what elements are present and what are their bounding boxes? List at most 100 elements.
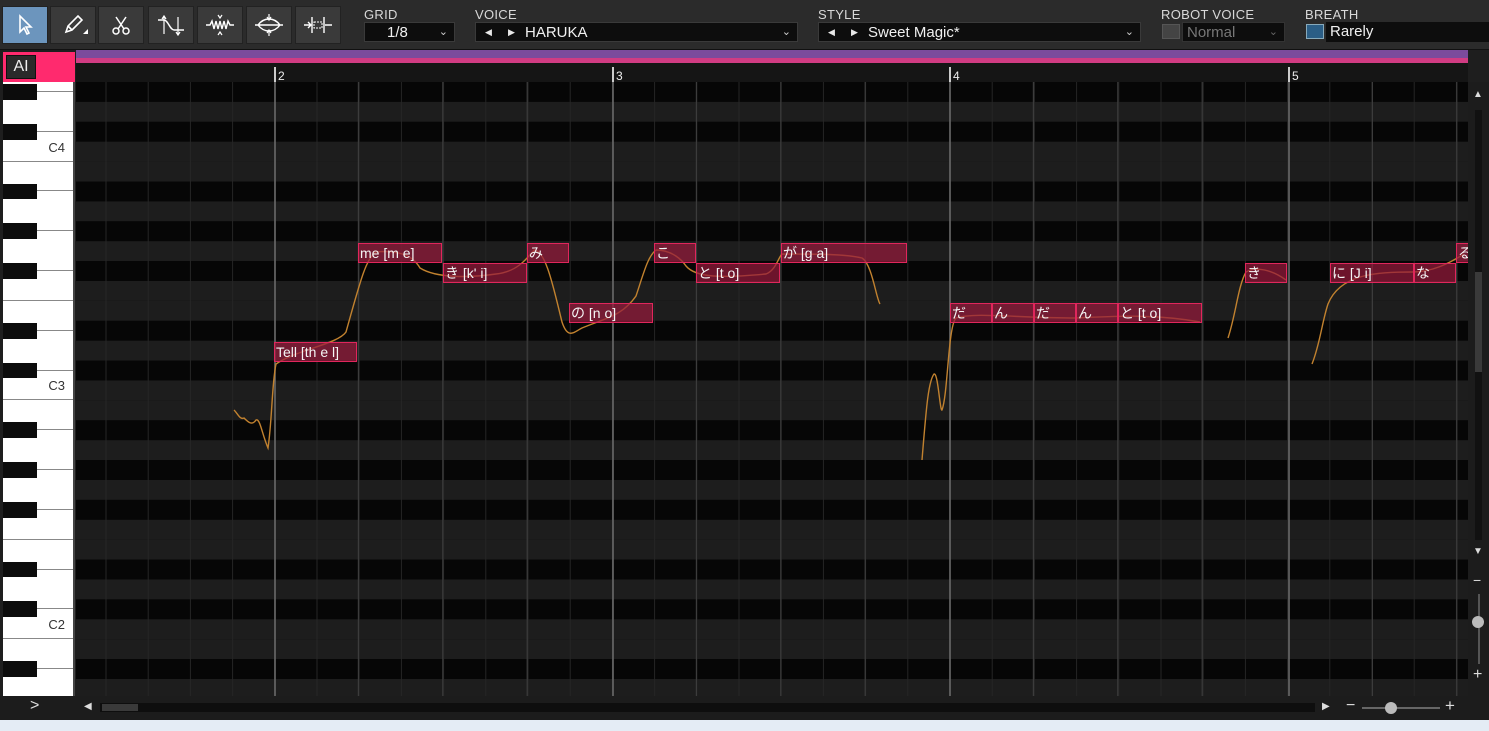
breath-label: BREATH bbox=[1305, 7, 1359, 22]
timeline-stripe-purple bbox=[76, 50, 1468, 58]
note-ni[interactable]: に [J i] bbox=[1330, 263, 1414, 283]
breath-value: Rarely bbox=[1330, 23, 1374, 40]
black-key[interactable] bbox=[3, 462, 37, 478]
note-ga[interactable]: が [g a] bbox=[781, 243, 907, 263]
note-me[interactable]: me [m e] bbox=[358, 243, 442, 263]
style-label: STYLE bbox=[818, 7, 861, 22]
horizontal-zoom-slider[interactable] bbox=[1385, 702, 1397, 714]
scissors-tool-button[interactable] bbox=[98, 6, 144, 44]
vertical-zoom-in-button[interactable]: + bbox=[1473, 666, 1482, 684]
black-key[interactable] bbox=[3, 263, 37, 279]
grid-value: 1/8 bbox=[387, 24, 408, 41]
style-value: Sweet Magic* bbox=[868, 24, 960, 41]
timeline-ruler[interactable]: 2 3 4 5 bbox=[76, 50, 1468, 83]
vertical-scrollbar[interactable]: ▲ ▼ − + bbox=[1468, 82, 1489, 696]
pitch-curve-tool-button[interactable] bbox=[148, 6, 194, 44]
note-ko[interactable]: こ bbox=[654, 243, 696, 263]
black-key[interactable] bbox=[3, 123, 37, 140]
c3-label: C3 bbox=[48, 378, 65, 393]
vertical-zoom-slider[interactable] bbox=[1472, 616, 1484, 628]
note-grid[interactable]: Tell [th e l] me [m e] き [k' i] み の [n o… bbox=[76, 82, 1468, 696]
black-key[interactable] bbox=[3, 661, 37, 677]
voice-value: HARUKA bbox=[525, 24, 588, 41]
horizontal-zoom-in-button[interactable]: + bbox=[1445, 696, 1455, 716]
select-tool-button[interactable] bbox=[2, 6, 48, 44]
ai-button[interactable]: AI bbox=[3, 52, 75, 82]
next-voice-icon[interactable]: ▶ bbox=[508, 23, 515, 42]
black-key[interactable] bbox=[3, 223, 37, 240]
scroll-right-icon[interactable]: ▶ bbox=[1322, 701, 1330, 712]
breath-checkbox[interactable] bbox=[1306, 24, 1324, 39]
bar-number-4: 4 bbox=[953, 69, 960, 83]
vibrato-tool-button[interactable] bbox=[197, 6, 243, 44]
note-tell[interactable]: Tell [th e l] bbox=[274, 342, 357, 362]
prev-style-icon[interactable]: ◀ bbox=[828, 23, 835, 42]
black-key[interactable] bbox=[3, 501, 37, 518]
voice-label: VOICE bbox=[475, 7, 517, 22]
note-to-2[interactable]: と [t o] bbox=[1118, 303, 1202, 323]
black-key[interactable] bbox=[3, 561, 37, 578]
scroll-up-icon[interactable]: ▲ bbox=[1473, 89, 1483, 100]
volume-tool-button[interactable] bbox=[246, 6, 292, 44]
horizontal-zoom-track[interactable] bbox=[1362, 707, 1440, 709]
style-select[interactable]: ◀ ▶ Sweet Magic* ⌄ bbox=[818, 22, 1141, 42]
vertical-scroll-thumb[interactable] bbox=[1475, 272, 1482, 372]
bar-tick bbox=[1288, 67, 1290, 82]
arrow-cursor-icon bbox=[19, 14, 33, 36]
black-key[interactable] bbox=[3, 322, 37, 339]
pitch-curve bbox=[233, 249, 1465, 461]
note-n-2[interactable]: ん bbox=[1076, 303, 1118, 323]
robot-voice-value: Normal bbox=[1187, 24, 1236, 41]
scroll-left-icon[interactable]: ◀ bbox=[84, 701, 92, 712]
c4-label: C4 bbox=[48, 140, 65, 155]
horizontal-zoom-out-button[interactable]: − bbox=[1346, 697, 1355, 715]
pencil-icon bbox=[64, 14, 88, 34]
black-key[interactable] bbox=[3, 84, 37, 100]
c2-label: C2 bbox=[48, 617, 65, 632]
toolbar: GRID 1/8 ⌄ VOICE ◀ ▶ HARUKA ⌄ STYLE ◀ ▶ … bbox=[0, 0, 1489, 50]
black-key[interactable] bbox=[3, 362, 37, 379]
robot-voice-checkbox[interactable] bbox=[1162, 24, 1180, 39]
bottom-bar: > ◀ ▶ − + bbox=[0, 696, 1489, 720]
note-da-2[interactable]: だ bbox=[1034, 303, 1076, 323]
grid-select[interactable]: 1/8 ⌄ bbox=[364, 22, 455, 42]
black-key[interactable] bbox=[3, 422, 37, 439]
vertical-zoom-track[interactable] bbox=[1478, 594, 1480, 664]
horizontal-scroll-thumb[interactable] bbox=[102, 704, 138, 711]
note-n-1[interactable]: ん bbox=[992, 303, 1034, 323]
scroll-down-icon[interactable]: ▼ bbox=[1473, 546, 1483, 557]
chevron-down-icon: ⌄ bbox=[438, 26, 448, 38]
horizontal-scroll-track[interactable] bbox=[100, 703, 1315, 712]
note-na[interactable]: な bbox=[1414, 263, 1456, 283]
ai-button-label: AI bbox=[6, 55, 36, 79]
piano-keyboard[interactable]: C4 C3 C2 bbox=[3, 82, 75, 696]
vibrato-icon bbox=[206, 14, 234, 36]
bar-tick bbox=[612, 67, 614, 82]
note-ki-2[interactable]: き bbox=[1245, 263, 1287, 283]
note-to[interactable]: と [t o] bbox=[696, 263, 780, 283]
note-mi[interactable]: み bbox=[527, 243, 569, 263]
note-ki[interactable]: き [k' i] bbox=[443, 263, 527, 283]
window-footer bbox=[0, 720, 1489, 731]
pencil-tool-button[interactable] bbox=[50, 6, 96, 44]
note-da-1[interactable]: だ bbox=[950, 303, 992, 323]
bar-tick bbox=[949, 67, 951, 82]
bar-number-5: 5 bbox=[1292, 69, 1299, 83]
breath-select[interactable]: Rarely bbox=[1326, 22, 1489, 42]
bar-number-2: 2 bbox=[278, 69, 285, 83]
prev-voice-icon[interactable]: ◀ bbox=[485, 23, 492, 42]
timing-tool-button[interactable] bbox=[295, 6, 341, 44]
note-ru[interactable]: る bbox=[1456, 243, 1468, 263]
note-no[interactable]: の [n o] bbox=[569, 303, 653, 323]
vertical-zoom-out-button[interactable]: − bbox=[1473, 572, 1481, 588]
voice-select[interactable]: ◀ ▶ HARUKA ⌄ bbox=[475, 22, 798, 42]
scissors-icon bbox=[112, 16, 130, 35]
robot-voice-select[interactable]: Normal ⌄ bbox=[1182, 22, 1285, 42]
black-key[interactable] bbox=[3, 183, 37, 200]
chevron-down-icon: ⌄ bbox=[781, 26, 791, 38]
pitch-curve-icon bbox=[158, 14, 184, 37]
next-style-icon[interactable]: ▶ bbox=[851, 23, 858, 42]
volume-shape-icon bbox=[255, 14, 283, 36]
expand-panel-button[interactable]: > bbox=[30, 697, 39, 715]
black-key[interactable] bbox=[3, 601, 37, 618]
